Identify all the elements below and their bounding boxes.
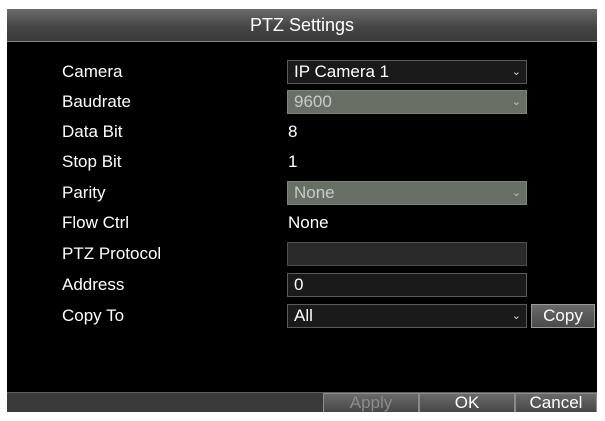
parity-label: Parity — [62, 183, 106, 202]
chevron-down-icon: ⌄ — [511, 66, 521, 78]
data-bit-value: 8 — [288, 122, 298, 141]
ptz-protocol-field — [287, 242, 527, 266]
parity-row: Parity None ⌄ — [7, 180, 597, 206]
baudrate-label: Baudrate — [62, 92, 131, 111]
flow-ctrl-label: Flow Ctrl — [62, 213, 130, 232]
ptz-protocol-row: PTZ Protocol — [7, 241, 597, 267]
flow-ctrl-value: None — [288, 213, 329, 232]
flow-ctrl-row: Flow Ctrl None — [7, 210, 597, 236]
ok-button[interactable]: OK — [419, 393, 515, 412]
parity-select: None ⌄ — [287, 181, 527, 205]
baudrate-select: 9600 ⌄ — [287, 90, 527, 114]
copy-to-label: Copy To — [62, 306, 125, 325]
camera-select-value: IP Camera 1 — [294, 62, 390, 81]
stop-bit-row: Stop Bit 1 — [7, 149, 597, 175]
ptz-protocol-label: PTZ Protocol — [62, 244, 162, 263]
stop-bit-label: Stop Bit — [62, 152, 122, 171]
copy-to-row: Copy To All ⌄ Copy — [7, 303, 597, 329]
chevron-down-icon: ⌄ — [511, 96, 521, 108]
address-row: Address 0 — [7, 272, 597, 298]
apply-button[interactable]: Apply — [323, 393, 419, 412]
baudrate-row: Baudrate 9600 ⌄ — [7, 89, 597, 115]
camera-row: Camera IP Camera 1 ⌄ — [7, 59, 597, 85]
copy-to-select-value: All — [294, 306, 313, 325]
camera-select[interactable]: IP Camera 1 ⌄ — [287, 60, 527, 84]
parity-select-value: None — [294, 183, 335, 202]
copy-button[interactable]: Copy — [531, 304, 595, 328]
dialog-footer: Apply OK Cancel — [7, 392, 597, 412]
cancel-button[interactable]: Cancel — [515, 393, 597, 412]
baudrate-select-value: 9600 — [294, 92, 332, 111]
copy-to-select[interactable]: All ⌄ — [287, 304, 527, 328]
data-bit-label: Data Bit — [62, 122, 123, 141]
address-label: Address — [62, 275, 125, 294]
data-bit-row: Data Bit 8 — [7, 119, 597, 145]
stop-bit-value: 1 — [288, 152, 298, 171]
ptz-settings-dialog: PTZ Settings Camera IP Camera 1 ⌄ Baudra… — [7, 9, 597, 412]
chevron-down-icon: ⌄ — [511, 187, 521, 199]
camera-label: Camera — [62, 62, 123, 81]
address-input-value: 0 — [294, 275, 304, 294]
address-input[interactable]: 0 — [287, 273, 527, 297]
chevron-down-icon: ⌄ — [511, 310, 521, 322]
dialog-title: PTZ Settings — [7, 9, 597, 42]
